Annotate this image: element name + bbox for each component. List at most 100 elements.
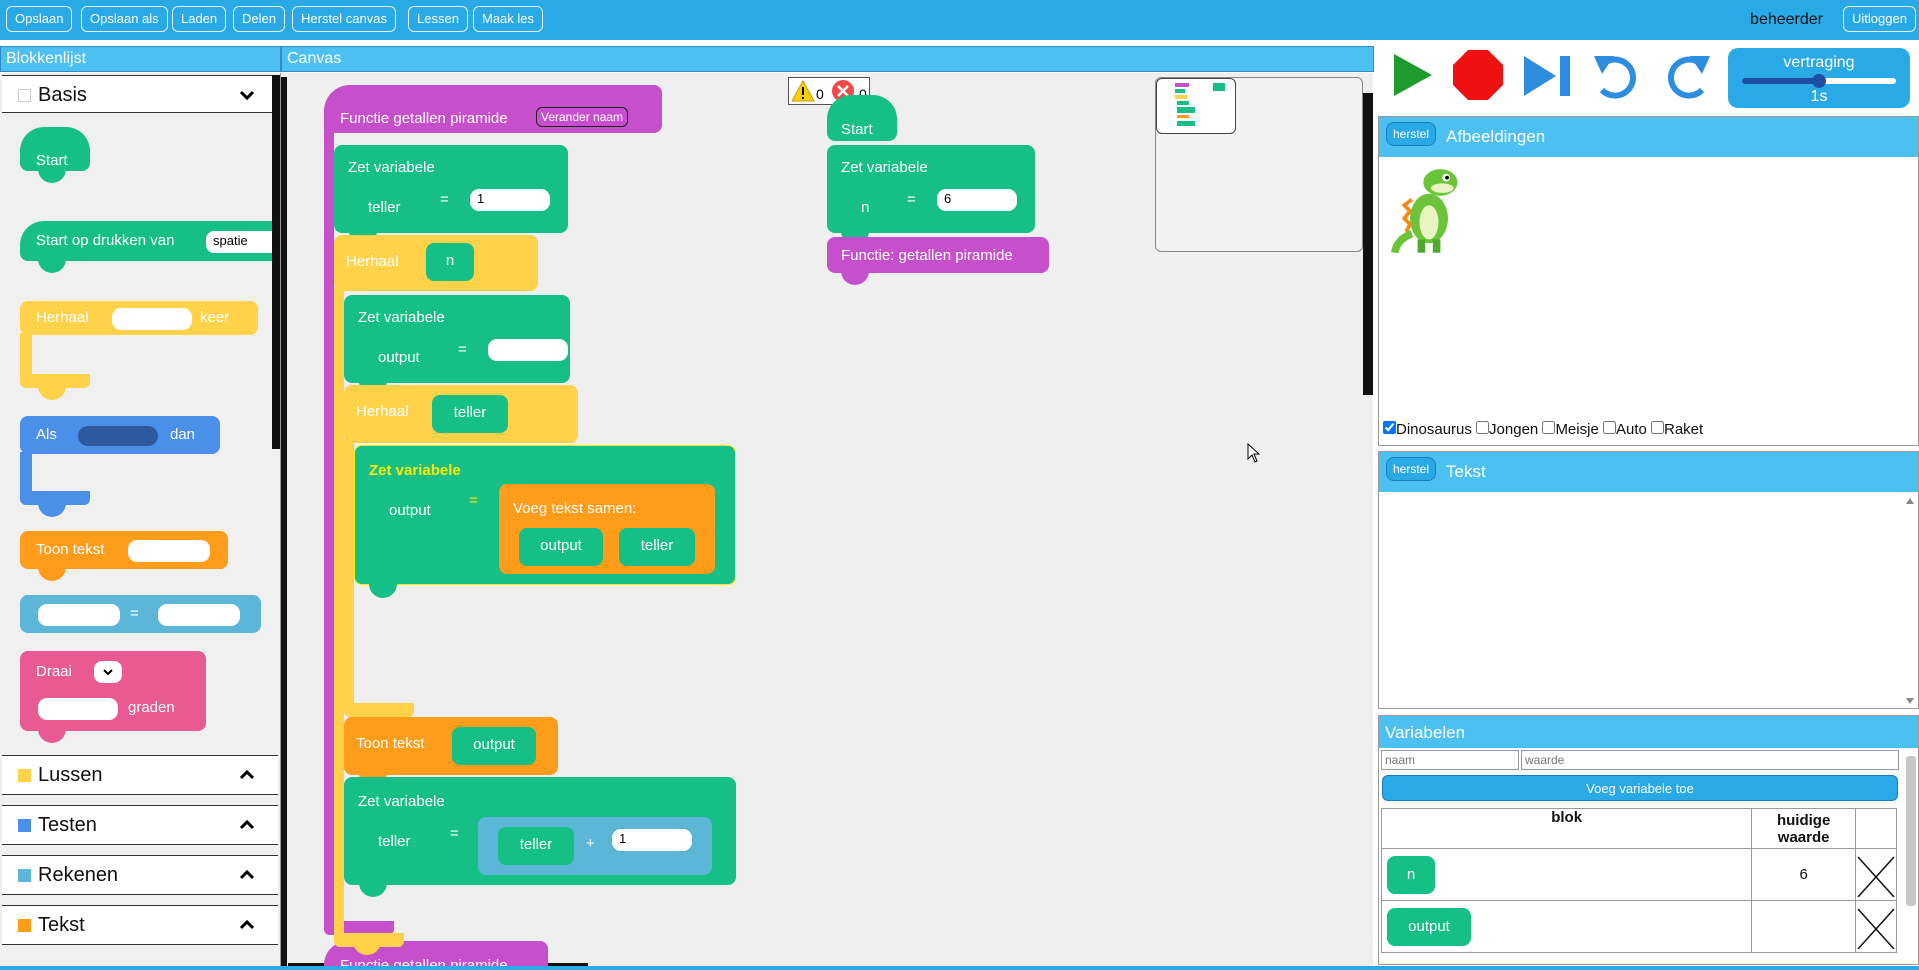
plus-block[interactable]: teller + 1: [478, 817, 712, 875]
save-button[interactable]: Opslaan: [6, 6, 73, 32]
set-variable-block-selected[interactable]: Zet variabele output = Voeg tekst samen:…: [354, 445, 736, 585]
option-meisje[interactable]: Meisje: [1542, 421, 1599, 438]
minimap[interactable]: [1155, 77, 1363, 252]
set-variable-block[interactable]: Zet variabele teller = teller + 1: [344, 777, 736, 885]
delay-slider[interactable]: [1742, 74, 1896, 88]
canvas-v-scrollbar[interactable]: [1363, 93, 1373, 395]
scroll-up-icon[interactable]: [1906, 498, 1914, 504]
delete-icon[interactable]: [1856, 905, 1896, 949]
category-basis[interactable]: Basis: [2, 75, 278, 113]
show-text-block[interactable]: Toon tekst output: [344, 717, 558, 775]
join-text-block[interactable]: Voeg tekst samen: output teller: [499, 484, 715, 574]
reset-images-button[interactable]: herstel: [1386, 122, 1437, 146]
category-label: Testen: [38, 814, 97, 836]
category-color-swatch: [18, 819, 31, 832]
option-jongen[interactable]: Jongen: [1476, 421, 1538, 438]
lessons-button[interactable]: Lessen: [408, 6, 468, 32]
logout-button[interactable]: Uitloggen: [1843, 6, 1916, 32]
var-output-pill[interactable]: output: [519, 528, 603, 566]
stop-icon[interactable]: [1452, 49, 1504, 101]
text-output[interactable]: [1379, 492, 1918, 708]
repeat-block-inner[interactable]: Herhaal teller: [344, 385, 578, 443]
option-dinosaurus[interactable]: Dinosaurus: [1383, 421, 1472, 438]
block-connector: [38, 503, 66, 517]
repeat-count-field[interactable]: [112, 308, 192, 330]
block-connector: [841, 271, 869, 285]
checkbox-dinosaurus[interactable]: [1383, 421, 1396, 434]
condition-slot[interactable]: [78, 426, 158, 446]
make-lesson-button[interactable]: Maak les: [473, 6, 544, 32]
dinosaur-sprite[interactable]: [1391, 161, 1467, 257]
value-field[interactable]: [488, 339, 568, 361]
var-teller-pill[interactable]: teller: [619, 528, 695, 566]
direction-select[interactable]: [94, 661, 122, 683]
palette-start-block[interactable]: Start: [20, 127, 90, 171]
function-call-block[interactable]: Functie: getallen piramide: [827, 237, 1049, 273]
value-field[interactable]: 6: [937, 189, 1017, 211]
variables-scrollbar[interactable]: [1906, 756, 1916, 906]
category-rekenen[interactable]: Rekenen: [2, 855, 278, 895]
delete-icon[interactable]: [1856, 853, 1896, 897]
palette-if-block[interactable]: Als dan: [20, 416, 220, 454]
minimap-viewport[interactable]: [1156, 78, 1236, 134]
step-forward-icon[interactable]: [1522, 54, 1574, 98]
load-button[interactable]: Laden: [172, 6, 227, 32]
show-text-field[interactable]: [128, 540, 210, 562]
set-variable-block[interactable]: Zet variabele output =: [344, 295, 570, 383]
category-testen[interactable]: Testen: [2, 805, 278, 845]
canvas-area[interactable]: Functie getallen piramide Verander naam …: [281, 73, 1373, 970]
palette-repeat-block[interactable]: Herhaal keer: [20, 301, 258, 335]
reset-text-button[interactable]: herstel: [1386, 457, 1437, 481]
username: beheerder: [1750, 11, 1823, 28]
checkbox-meisje[interactable]: [1542, 421, 1556, 434]
play-icon[interactable]: [1386, 50, 1436, 100]
palette-rotate-block[interactable]: Draai graden: [20, 651, 206, 731]
delay-slider-thumb[interactable]: [1812, 74, 1826, 88]
var-teller-pill[interactable]: teller: [498, 827, 574, 865]
repeat-block-outer[interactable]: Herhaal n: [334, 235, 538, 291]
category-lussen[interactable]: Lussen: [2, 755, 278, 795]
category-tekst[interactable]: Tekst: [2, 905, 278, 945]
share-button[interactable]: Delen: [233, 6, 285, 32]
repeat-arm-inner: [344, 439, 354, 709]
checkbox-raket[interactable]: [1651, 421, 1664, 434]
add-variable-button[interactable]: Voeg variabele toe: [1382, 775, 1898, 801]
images-panel: herstel Afbeeldingen Dinosaurus Jongen M…: [1378, 116, 1919, 446]
scroll-down-icon[interactable]: [1906, 698, 1914, 704]
start-block[interactable]: Start: [827, 95, 897, 141]
checkbox-jongen[interactable]: [1476, 421, 1490, 434]
var-n-pill[interactable]: n: [1387, 855, 1435, 894]
variable-name-input[interactable]: [1381, 750, 1519, 770]
equals-left-field[interactable]: [38, 604, 120, 626]
degrees-field[interactable]: [38, 698, 118, 720]
value-field[interactable]: 1: [612, 829, 692, 851]
minimap-block: [1175, 89, 1185, 93]
minimap-block: [1175, 95, 1187, 99]
sprite-options: Dinosaurus Jongen Meisje Auto Raket: [1383, 421, 1703, 438]
redo-icon[interactable]: [1664, 52, 1712, 100]
var-n-pill[interactable]: n: [426, 243, 474, 281]
chevron-down-icon: [103, 669, 113, 676]
option-raket[interactable]: Raket: [1651, 421, 1703, 438]
checkbox-auto[interactable]: [1602, 421, 1616, 434]
undo-icon[interactable]: [1592, 52, 1640, 100]
var-output-pill[interactable]: output: [452, 727, 536, 765]
palette-start-key-block[interactable]: Start op drukken van spatie: [20, 221, 280, 261]
delay-control: vertraging 1s: [1728, 48, 1910, 108]
palette-show-text-block[interactable]: Toon tekst: [20, 531, 228, 569]
variable-value-input[interactable]: [1521, 750, 1899, 770]
set-variable-block[interactable]: Zet variabele n = 6: [827, 145, 1035, 233]
option-auto[interactable]: Auto: [1602, 421, 1647, 438]
rename-button[interactable]: Verander naam: [536, 107, 629, 127]
reset-canvas-button[interactable]: Herstel canvas: [292, 6, 396, 32]
value-field[interactable]: 1: [470, 189, 550, 211]
palette-scrollbar[interactable]: [272, 75, 280, 449]
save-as-button[interactable]: Opslaan als: [81, 6, 168, 32]
var-output-pill[interactable]: output: [1387, 907, 1471, 946]
set-variable-block[interactable]: Zet variabele teller = 1: [334, 145, 568, 233]
palette-equals-block[interactable]: =: [20, 595, 261, 633]
equals-right-field[interactable]: [158, 604, 240, 626]
function-definition-block[interactable]: Functie getallen piramide Verander naam: [324, 85, 662, 133]
key-select[interactable]: spatie: [206, 231, 280, 253]
var-teller-pill[interactable]: teller: [432, 395, 508, 433]
